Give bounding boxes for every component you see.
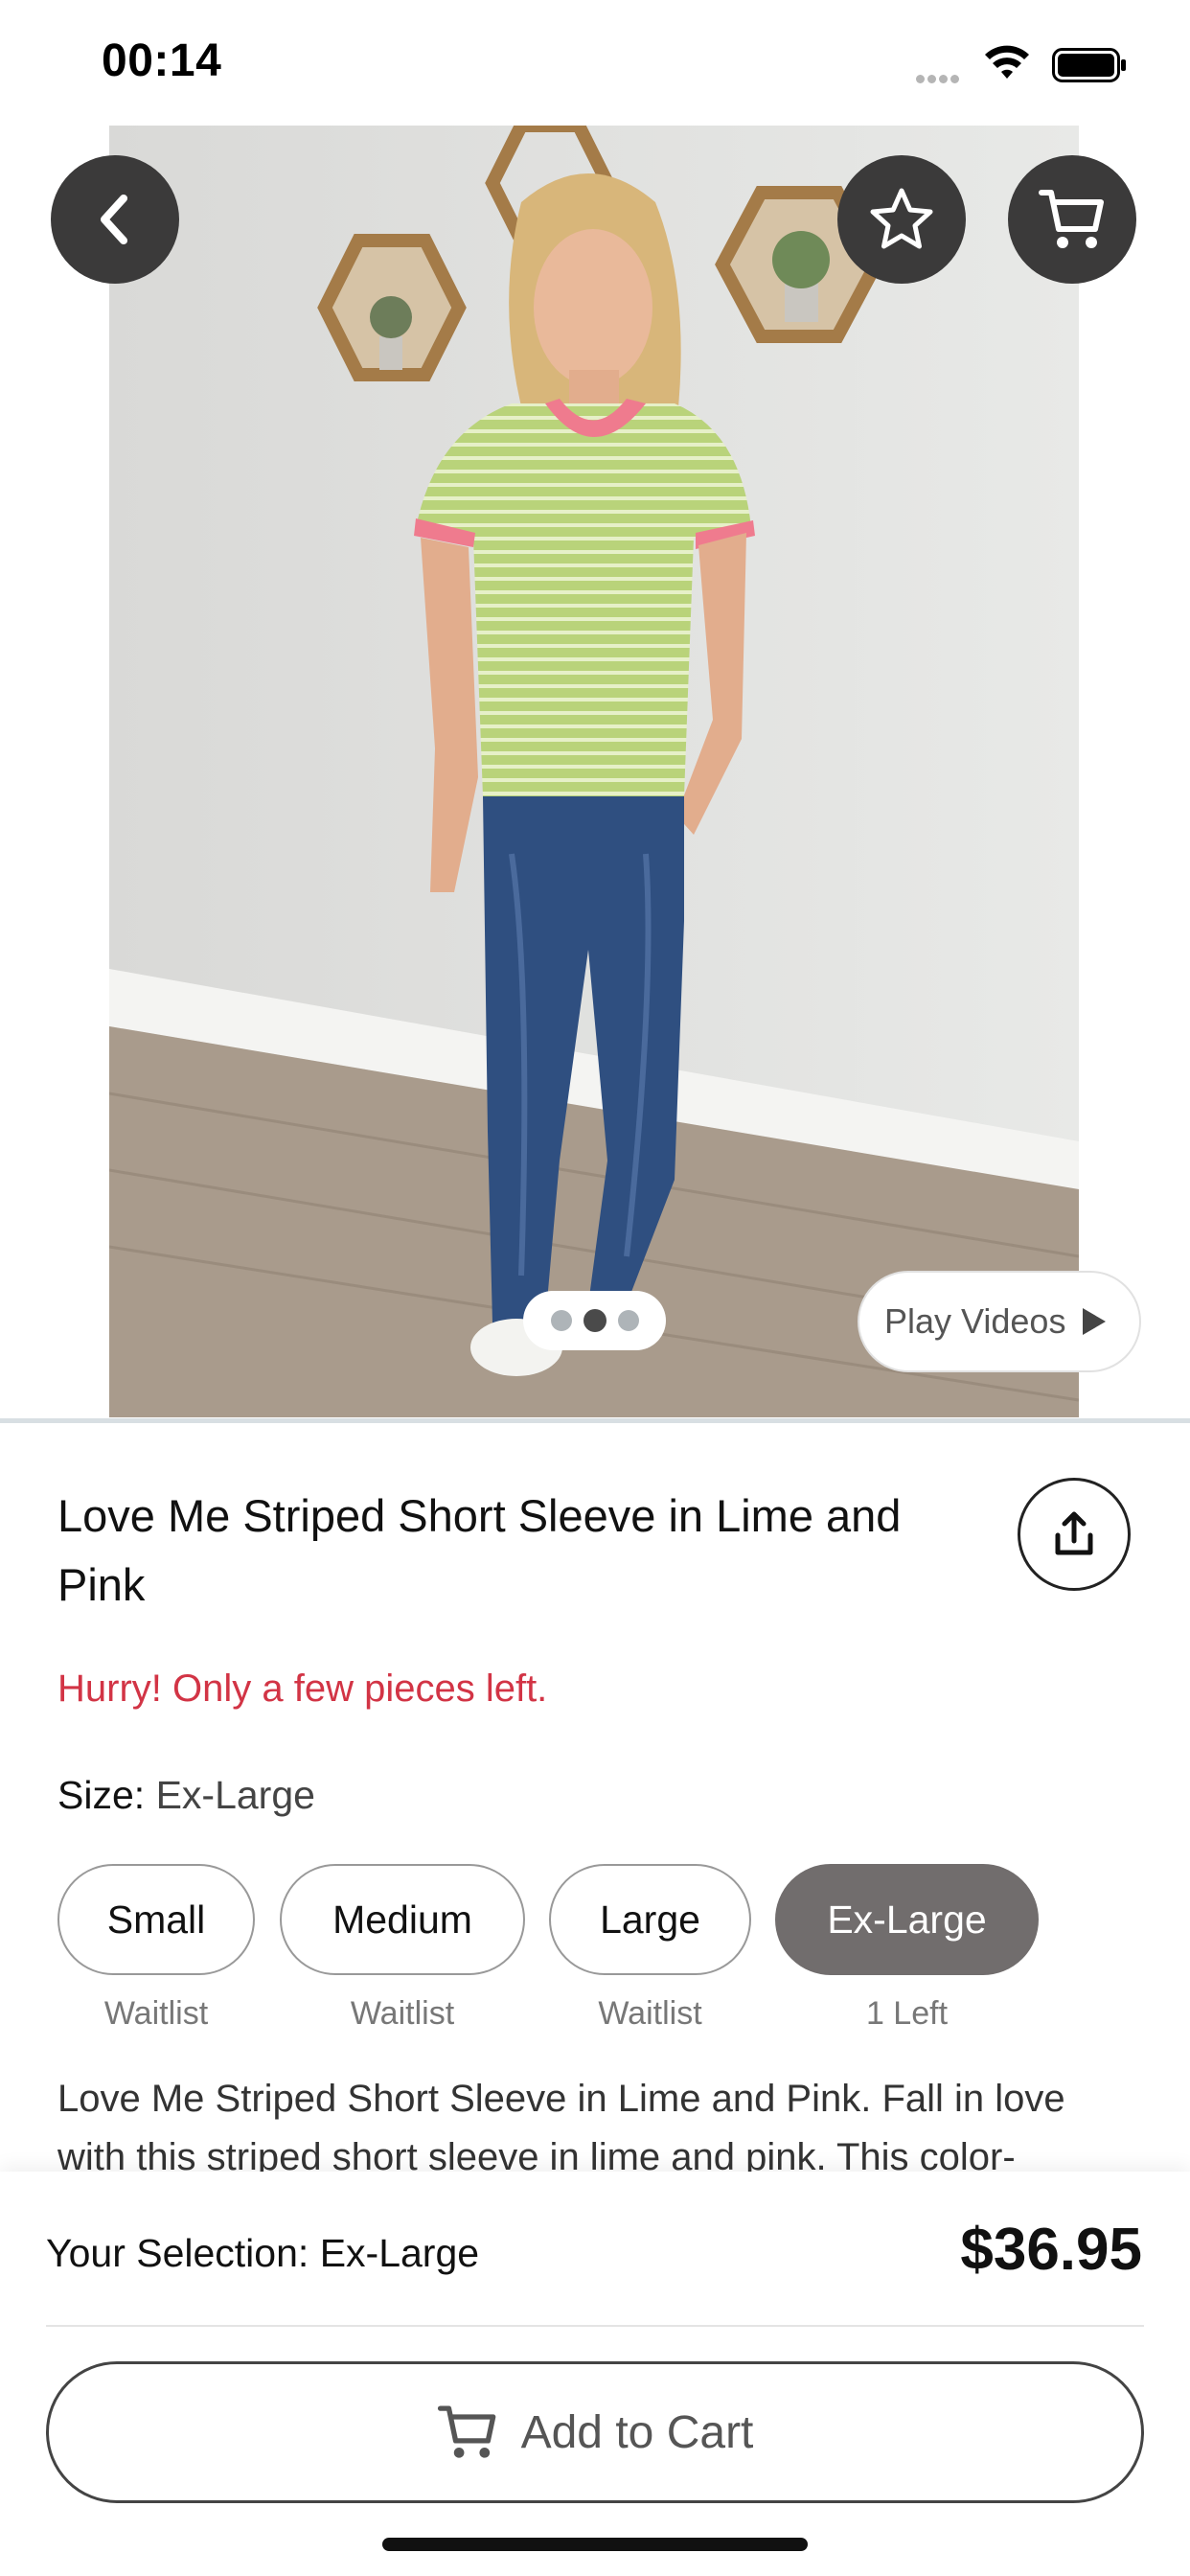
chevron-left-icon [101, 195, 127, 244]
status-time: 00:14 [102, 35, 222, 86]
status-bar: 00:14 [0, 0, 1190, 125]
size-option-ex-large[interactable]: Ex-Large [775, 1864, 1039, 1975]
product-description: Love Me Striped Short Sleeve in Lime and… [57, 2078, 1065, 2172]
cart-icon [1039, 190, 1104, 248]
size-option-medium[interactable]: Medium [280, 1864, 525, 1975]
play-videos-button[interactable]: Play Videos [858, 1271, 1141, 1372]
share-button[interactable] [1018, 1478, 1131, 1591]
product-image[interactable] [109, 126, 1079, 1417]
your-selection: Your Selection: Ex-Large [46, 2231, 480, 2275]
play-icon [1083, 1308, 1107, 1335]
play-videos-label: Play Videos [884, 1301, 1066, 1341]
back-button[interactable] [51, 155, 179, 284]
wifi-icon [983, 44, 1031, 85]
carousel-dot-active[interactable] [583, 1309, 606, 1332]
selection-label: Your Selection [46, 2231, 298, 2275]
size-option-small[interactable]: Small [57, 1864, 255, 1975]
carousel-indicator[interactable] [523, 1291, 666, 1350]
divider [0, 1418, 1190, 1423]
size-status-small: Waitlist [103, 1995, 209, 2032]
cart-icon [437, 2405, 495, 2458]
size-status-medium: Waitlist [350, 1995, 455, 2032]
size-label-row: Size: Ex-Large [57, 1773, 315, 1817]
selection-value: Ex-Large [319, 2231, 480, 2275]
carousel-dot[interactable] [617, 1310, 639, 1331]
product-title: Love Me Striped Short Sleeve in Lime and… [57, 1490, 902, 1610]
signal-icon [916, 71, 962, 88]
bottom-purchase-bar: Your Selection: Ex-Large $36.95 Add to C… [0, 2172, 1190, 2576]
add-to-cart-label: Add to Cart [520, 2406, 754, 2458]
battery-icon [1052, 48, 1129, 87]
carousel-dot[interactable] [550, 1310, 572, 1331]
size-option-large[interactable]: Large [549, 1864, 751, 1975]
price: $36.95 [960, 2217, 1142, 2283]
add-to-cart-button[interactable]: Add to Cart [46, 2361, 1144, 2503]
favorite-button[interactable] [837, 155, 966, 284]
star-icon [870, 188, 933, 249]
size-label: Size [57, 1773, 134, 1817]
share-icon [1055, 1511, 1093, 1555]
stock-warning: Hurry! Only a few pieces left. [57, 1668, 548, 1710]
cart-button[interactable] [1008, 155, 1136, 284]
home-indicator[interactable] [382, 2538, 808, 2551]
size-status-ex-large: 1 Left [865, 1995, 949, 2032]
selected-size-value: Ex-Large [155, 1773, 315, 1817]
divider [46, 2325, 1144, 2327]
size-status-large: Waitlist [598, 1995, 702, 2032]
